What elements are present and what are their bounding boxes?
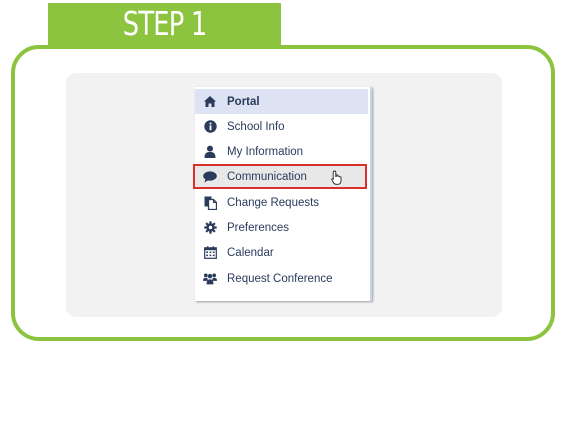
- group-icon: [203, 272, 217, 286]
- step-label: STEP 1: [122, 4, 208, 43]
- step-label-tab: STEP 1: [48, 3, 281, 45]
- calendar-icon: [203, 246, 217, 260]
- menu-item-label: Change Requests: [227, 196, 320, 209]
- chat-bubble-icon: [203, 170, 217, 184]
- menu-item-label: Portal: [227, 95, 260, 108]
- gear-icon: [203, 221, 217, 235]
- menu-item-communication[interactable]: Communication: [193, 164, 367, 189]
- home-icon: [203, 95, 217, 109]
- menu-item-label: Calendar: [227, 246, 274, 259]
- menu-item-preferences[interactable]: Preferences: [195, 215, 368, 240]
- menu-item-label: My Information: [227, 145, 304, 158]
- menu-item-school-info[interactable]: School Info: [195, 114, 368, 139]
- menu-item-label: School Info: [227, 120, 285, 133]
- user-icon: [203, 145, 217, 159]
- menu-item-change-requests[interactable]: Change Requests: [195, 190, 368, 215]
- menu-item-my-information[interactable]: My Information: [195, 139, 368, 164]
- hand-pointer-icon: [331, 170, 343, 188]
- menu-item-request-conference[interactable]: Request Conference: [195, 266, 368, 291]
- menu-item-label: Communication: [227, 170, 307, 183]
- menu-item-label: Request Conference: [227, 272, 333, 285]
- info-icon: [203, 120, 217, 134]
- menu-item-calendar[interactable]: Calendar: [195, 240, 368, 265]
- menu-item-label: Preferences: [227, 221, 290, 234]
- portal-nav-menu: Portal School Info My Information Commun…: [193, 87, 372, 301]
- documents-icon: [203, 196, 217, 210]
- menu-item-portal[interactable]: Portal: [195, 89, 368, 114]
